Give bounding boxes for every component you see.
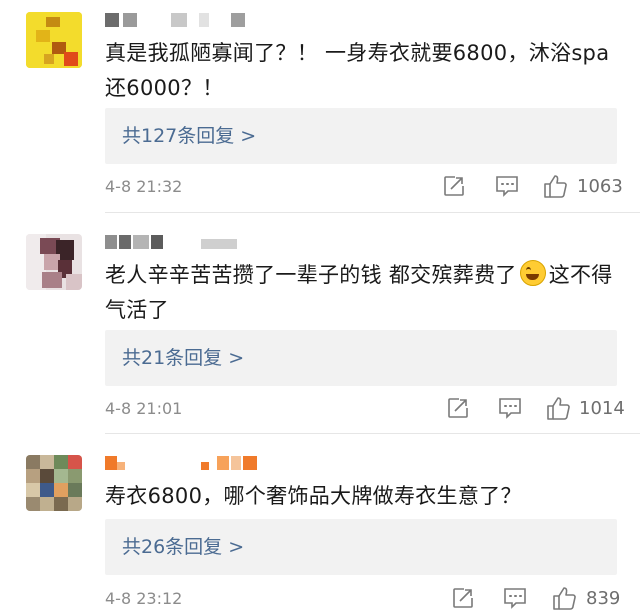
- avatar[interactable]: [26, 12, 82, 68]
- comment-icon[interactable]: [495, 175, 519, 197]
- avatar[interactable]: [26, 455, 82, 511]
- reply-count-label: 共127条回复 >: [122, 125, 257, 147]
- comment-icon[interactable]: [498, 397, 522, 419]
- laughing-crying-emoji-icon: [519, 260, 546, 286]
- reply-count-label: 共26条回复 >: [122, 536, 245, 558]
- like-count: 1014: [579, 398, 625, 419]
- share-icon[interactable]: [443, 175, 465, 197]
- thumbs-up-icon[interactable]: [552, 585, 578, 611]
- reply-count-label: 共21条回复 >: [122, 347, 245, 369]
- comment-text: 真是我孤陋寡闻了？！ 一身寿衣就要6800，沐浴spa还6000？！: [105, 41, 610, 100]
- like-count: 839: [586, 588, 621, 609]
- share-icon[interactable]: [452, 587, 474, 609]
- thumbs-up-icon[interactable]: [546, 395, 572, 421]
- divider: [105, 433, 640, 434]
- timestamp: 4-8 21:01: [105, 399, 183, 418]
- timestamp: 4-8 23:12: [105, 589, 183, 608]
- avatar[interactable]: [26, 234, 82, 290]
- comment-icon[interactable]: [503, 587, 527, 609]
- timestamp: 4-8 21:32: [105, 177, 183, 196]
- view-replies-button[interactable]: 共26条回复 >: [105, 519, 617, 575]
- comment-text: 寿衣6800，哪个奢饰品大牌做寿衣生意了？: [105, 484, 522, 508]
- comment-item-2: 老人辛辛苦苦攒了一辈子的钱 都交殡葬费了 这不得气活了 共21条回复 > 4-8 …: [0, 222, 640, 432]
- comment-item-1: 真是我孤陋寡闻了？！ 一身寿衣就要6800，沐浴spa还6000？！ 共127条…: [0, 0, 640, 210]
- divider: [105, 212, 640, 213]
- comment-text: 老人辛辛苦苦攒了一辈子的钱 都交殡葬费了 这不得气活了: [105, 258, 615, 328]
- comment-item-3: 寿衣6800，哪个奢饰品大牌做寿衣生意了？ 共26条回复 > 4-8 23:12…: [0, 443, 640, 615]
- view-replies-button[interactable]: 共21条回复 >: [105, 330, 617, 386]
- view-replies-button[interactable]: 共127条回复 >: [105, 108, 617, 164]
- comment-text-part: 老人辛辛苦苦攒了一辈子的钱 都交殡葬费了: [105, 263, 517, 287]
- share-icon[interactable]: [447, 397, 469, 419]
- like-count: 1063: [577, 176, 623, 197]
- thumbs-up-icon[interactable]: [543, 173, 569, 199]
